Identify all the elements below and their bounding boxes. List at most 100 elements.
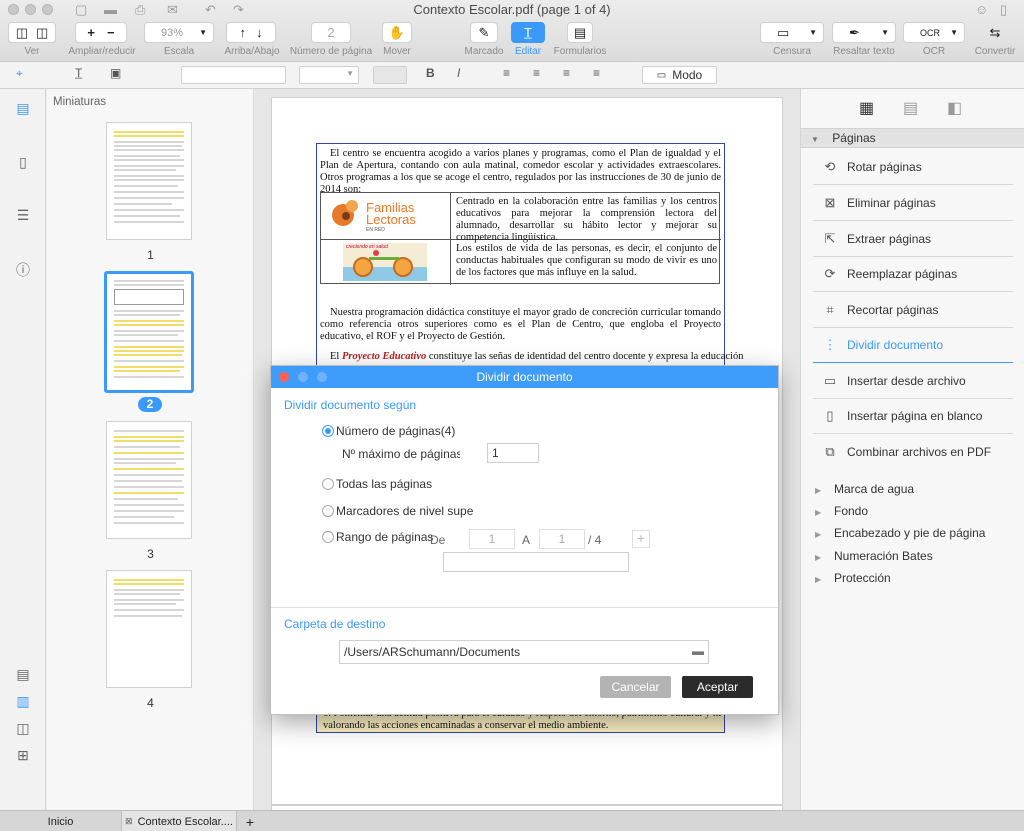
add-range-button[interactable]: + (632, 530, 650, 548)
crop-pages-item[interactable]: ⌗ Recortar páginas (813, 292, 1013, 328)
table-cell-2: Los estilos de vida de las personas, es … (456, 243, 717, 278)
zoom-select[interactable]: 93% ▼ (144, 22, 214, 43)
dialog-zoom-button[interactable] (317, 372, 327, 382)
new-tab-button[interactable]: + (240, 811, 260, 831)
view-toggle[interactable]: ◫ ◫ (8, 22, 56, 43)
font-color-picker[interactable] (373, 66, 407, 84)
align-center-icon[interactable]: ≡ (533, 66, 540, 80)
range-to-input[interactable]: 1 (539, 529, 585, 549)
redact-button[interactable]: ▭ ▼ (760, 22, 824, 43)
replace-pages-item[interactable]: ⟳ Reemplazar páginas (813, 256, 1013, 292)
document-icon[interactable]: ▤ (903, 98, 918, 118)
page-up-down[interactable]: ↑ ↓ (226, 22, 276, 43)
range-to-label: A (522, 533, 531, 547)
background-group[interactable]: ▶ Fondo (815, 504, 868, 518)
arrow-up-icon[interactable]: ↑ (240, 25, 247, 40)
two-page-view-icon[interactable]: ◫ (14, 720, 32, 737)
align-left-icon[interactable]: ≡ (503, 66, 510, 80)
pages-section-header[interactable]: ▼ Páginas (801, 128, 1024, 148)
plus-icon: + (636, 530, 646, 546)
max-pages-input[interactable]: 1 (487, 443, 539, 463)
properties-icon[interactable]: ◧ (947, 98, 962, 118)
tab-home[interactable]: Inicio (0, 811, 122, 831)
dialog-minimize-button[interactable] (298, 372, 308, 382)
range-text-input[interactable] (443, 552, 629, 572)
tab-document[interactable]: ⊠ Contexto Escolar.... (122, 811, 237, 831)
extract-pages-item[interactable]: ⇱ Extraer páginas (813, 221, 1013, 257)
page-number-input[interactable]: 2 (311, 22, 351, 43)
range-from-input[interactable]: 1 (469, 529, 515, 549)
radio-page-range[interactable] (322, 531, 334, 543)
hand-tool-button[interactable]: ✋ (382, 22, 412, 43)
thumbnail-panel: Miniaturas 1 2 3 4 (47, 89, 254, 810)
zoom-out-icon[interactable]: − (107, 25, 115, 40)
watermark-group[interactable]: ▶ Marca de agua (815, 482, 914, 496)
radio-bookmarks[interactable] (322, 505, 334, 517)
italic-button[interactable]: I (457, 66, 460, 80)
highlight-button[interactable]: ✒ ▼ (832, 22, 896, 43)
info-icon[interactable]: ⓘ (14, 260, 32, 280)
ocr-button[interactable]: OCR ▼ (903, 22, 965, 43)
outline-icon[interactable]: ☰ (14, 207, 32, 224)
bookmark-icon[interactable]: ▯ (14, 154, 32, 171)
header-footer-group[interactable]: ▶ Encabezado y pie de página (815, 526, 985, 540)
split-document-item[interactable]: ⋮ Dividir documento (813, 327, 1013, 363)
folder-icon[interactable]: ▬ (692, 644, 704, 658)
ocr-label: OCR (922, 46, 946, 57)
folder-path-text: /Users/ARSchumann/Documents (344, 645, 521, 659)
convert-button[interactable]: ⇆ (981, 22, 1009, 43)
continuous-view-icon[interactable]: ▥ (14, 693, 32, 710)
chevron-down-icon: ▼ (346, 69, 354, 78)
zoom-in-icon[interactable]: + (87, 25, 95, 40)
align-right-icon[interactable]: ≡ (563, 66, 570, 80)
thumbnail-page-1[interactable] (106, 122, 192, 240)
thumbnail-page-4[interactable] (106, 570, 192, 688)
select-cursor-icon[interactable]: ⌖ (16, 66, 23, 81)
close-tab-icon[interactable]: ⊠ (125, 816, 133, 827)
bates-numbering-group[interactable]: ▶ Numeración Bates (815, 549, 933, 563)
mode-button[interactable]: ▭ Modo (642, 66, 717, 84)
arrow-down-icon[interactable]: ↓ (256, 25, 263, 40)
protection-group[interactable]: ▶ Protección (815, 571, 891, 585)
radio-all-pages[interactable] (322, 478, 334, 490)
image-tool-icon[interactable]: ▣ (110, 66, 121, 80)
dialog-title: Dividir documento (476, 370, 573, 384)
single-page-view-icon[interactable]: ▤ (14, 666, 32, 683)
destination-folder-input[interactable]: /Users/ARSchumann/Documents ▬ (339, 640, 709, 664)
thumbnail-page-2[interactable] (104, 271, 194, 393)
dialog-close-button[interactable] (279, 372, 289, 382)
smiley-icon[interactable]: ☺ (975, 2, 988, 17)
bold-button[interactable]: B (426, 66, 435, 80)
cancel-button[interactable]: Cancelar (600, 676, 671, 698)
markup-button[interactable]: ✎ (470, 22, 498, 43)
font-size-select[interactable]: ▼ (299, 66, 359, 84)
insert-from-file-item[interactable]: ▭ Insertar desde archivo (813, 363, 1013, 399)
grid-view-icon[interactable]: ⊞ (14, 747, 32, 764)
thumbnails-icon[interactable]: ▤ (14, 100, 32, 117)
combine-files-item[interactable]: ⧉ Combinar archivos en PDF (813, 434, 1013, 470)
group-label: Marca de agua (834, 482, 915, 496)
forms-button[interactable]: ▤ (567, 22, 593, 43)
range-from-label: De (430, 533, 446, 547)
logo-text-tag: EN RED (366, 227, 385, 233)
item-label: Rotar páginas (847, 159, 922, 174)
align-justify-icon[interactable]: ≡ (593, 66, 600, 80)
table-cell-1: Centrado en la colaboración entre las fa… (456, 196, 717, 243)
page-tools-icon[interactable]: ▦ (859, 98, 874, 118)
device-icon[interactable]: ▯ (1000, 2, 1007, 18)
group-label: Fondo (834, 504, 869, 518)
formularios-label: Formularios (553, 46, 607, 57)
radio-pages-count[interactable] (322, 425, 334, 437)
zoom-buttons[interactable]: + − (75, 22, 127, 43)
delete-pages-item[interactable]: ⊠ Eliminar páginas (813, 185, 1013, 221)
insert-blank-page-item[interactable]: ▯ Insertar página en blanco (813, 398, 1013, 434)
edit-button[interactable]: T̲ (511, 22, 545, 43)
two-page-icon[interactable]: ◫ (36, 25, 48, 41)
font-family-select[interactable] (181, 66, 286, 84)
thumbnail-page-3[interactable] (106, 421, 192, 539)
caret-down-icon: ▼ (811, 135, 819, 144)
accept-button[interactable]: Aceptar (682, 676, 753, 698)
single-page-icon[interactable]: ◫ (16, 25, 28, 41)
text-tool-icon[interactable]: T̲ (75, 66, 82, 80)
rotate-pages-item[interactable]: ⟲ Rotar páginas (813, 149, 1013, 185)
